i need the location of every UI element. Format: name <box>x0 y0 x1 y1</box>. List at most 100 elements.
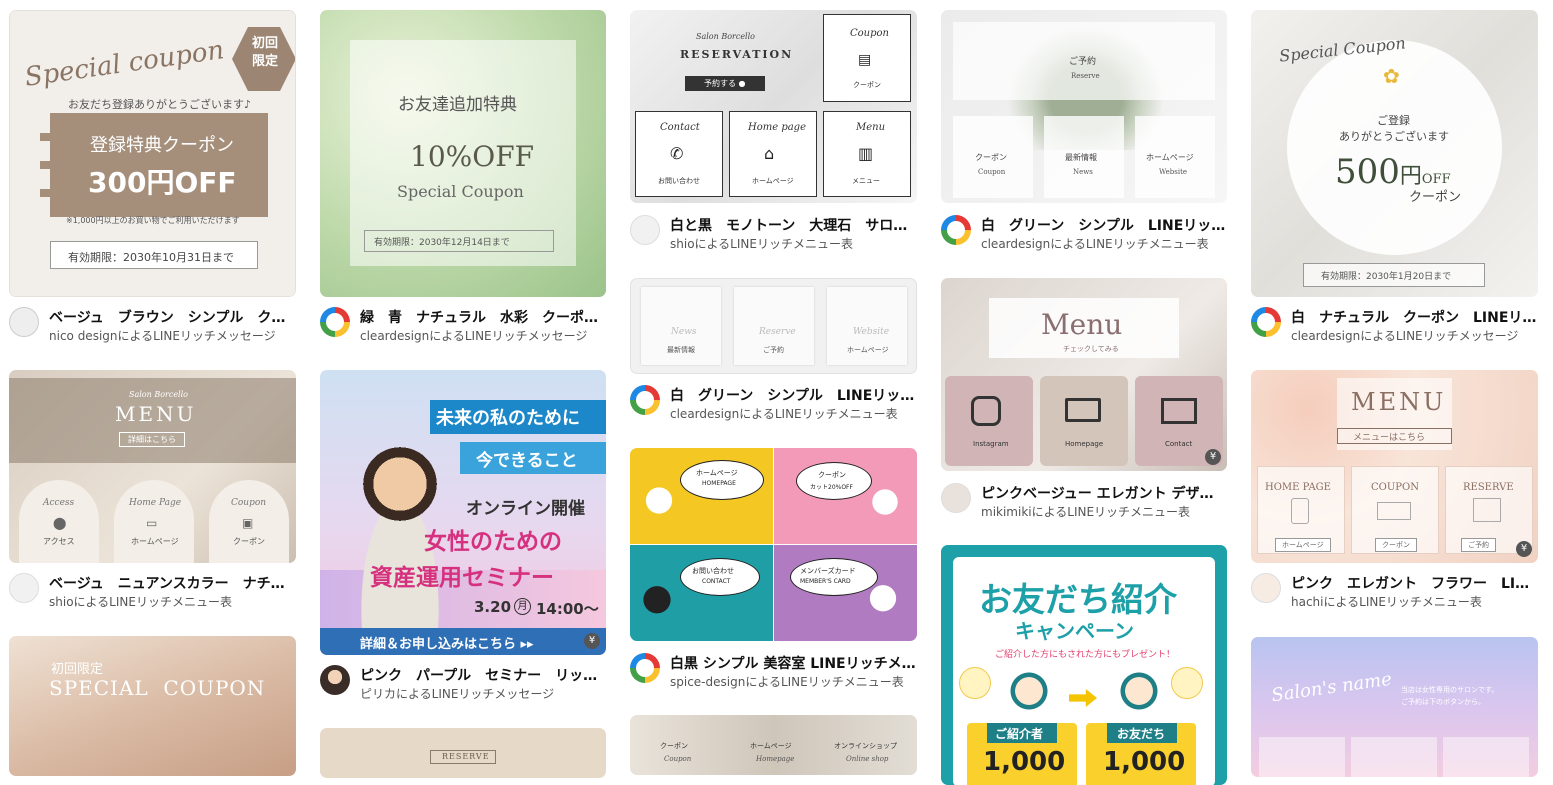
mail-icon <box>1161 398 1197 424</box>
template-thumbnail[interactable]: 未来の私のために 今できること オンライン開催 女性のための 資産運用セミナー … <box>320 370 606 655</box>
discount-text: 10%OFF <box>410 140 535 173</box>
calendar-icon <box>1473 498 1501 522</box>
laptop-icon <box>1065 398 1101 422</box>
template-thumbnail[interactable]: ご予約 Reserve クーポン Coupon 最新情報 News ホームページ… <box>941 10 1227 203</box>
template-author[interactable]: spice-designによるLINEリッチメニュー表 <box>670 673 917 690</box>
laptop-icon: ▭ <box>146 516 158 530</box>
gift-icon: ▣ <box>242 516 254 530</box>
template-thumbnail[interactable]: Menu チェックしてみる Instagram Homepage Contact… <box>941 278 1227 471</box>
menu-title: MENU <box>1351 388 1447 416</box>
template-card[interactable]: Salon Borcello MENU 詳細はこちら Access ⬤ アクセス… <box>9 370 296 610</box>
template-author[interactable]: cleardesignによるLINEリッチメッセージ <box>360 327 606 344</box>
author-avatar[interactable] <box>320 665 350 695</box>
cta-text: 詳細＆お申し込みはこちら ▸▸ <box>360 637 534 652</box>
template-title[interactable]: ピンクベージュー エレガント デザイ… <box>981 483 1227 503</box>
template-card[interactable]: 初回限定 SPECIAL COUPON <box>9 636 296 776</box>
phone-icon <box>1291 498 1309 524</box>
author-avatar[interactable] <box>630 385 660 415</box>
person-illustration <box>640 586 674 641</box>
template-author[interactable]: nico designによるLINEリッチメッセージ <box>49 327 296 344</box>
author-avatar[interactable] <box>9 307 39 337</box>
template-title[interactable]: 緑 青 ナチュラル 水彩 クーポ… <box>360 307 606 327</box>
person-illustration <box>1111 667 1167 727</box>
template-thumbnail[interactable]: MENU メニューはこちら HOME PAGE COUPON RESERVE ホ… <box>1251 370 1538 563</box>
premium-badge: ¥ <box>1516 541 1532 557</box>
instagram-icon <box>971 396 1001 426</box>
template-thumbnail[interactable]: お友達追加特典 10%OFF Special Coupon 有効期限：2030年… <box>320 10 606 297</box>
menu-title: MENU <box>115 402 197 426</box>
author-avatar[interactable] <box>9 573 39 603</box>
pin-icon: ⬤ <box>53 516 67 530</box>
template-thumbnail[interactable]: お友だち紹介 キャンペーン ご紹介した方にもされた方にもプレゼント！ ご紹介者 … <box>941 545 1227 785</box>
template-thumbnail[interactable]: ホームページ HOMEPAGE クーポン カット20%OFF お問い合わせ CO… <box>630 448 917 641</box>
book-icon: ▥ <box>858 144 874 163</box>
template-thumbnail[interactable]: RESERVE <box>320 728 606 778</box>
thanks-text: お友だち登録ありがとうございます♪ <box>68 98 252 111</box>
template-author[interactable]: ピリカによるLINEリッチメッセージ <box>360 685 606 702</box>
template-author[interactable]: mikimikiによるLINEリッチメニュー表 <box>981 503 1227 520</box>
coupon-title: 登録特典クーポン <box>90 135 234 156</box>
author-avatar[interactable] <box>320 307 350 337</box>
author-avatar[interactable] <box>1251 573 1281 603</box>
template-card[interactable]: News 最新情報 Reserve ご予約 Website ホームページ 白 グ… <box>630 278 917 428</box>
template-title[interactable]: 白 グリーン シンプル LINEリッ… <box>670 385 917 405</box>
template-title[interactable]: ベージュ ブラウン シンプル ク… <box>49 307 296 327</box>
template-thumbnail[interactable]: Salon Borcello RESERVATION 予約する ● Coupon… <box>630 10 917 203</box>
template-author[interactable]: hachiによるLINEリッチメニュー表 <box>1291 593 1538 610</box>
expiry-text: 有効期限：2030年12月14日まで <box>374 238 510 248</box>
template-card[interactable]: 未来の私のために 今できること オンライン開催 女性のための 資産運用セミナー … <box>320 370 606 710</box>
template-card[interactable]: ホームページ HOMEPAGE クーポン カット20%OFF お問い合わせ CO… <box>630 448 917 693</box>
author-avatar[interactable] <box>941 215 971 245</box>
template-author[interactable]: cleardesignによるLINEリッチメニュー表 <box>670 405 917 422</box>
template-card[interactable]: Special coupon 初回 限定 お友だち登録ありがとうございます♪ 登録… <box>9 10 296 350</box>
template-card[interactable]: ご予約 Reserve クーポン Coupon 最新情報 News ホームページ… <box>941 10 1227 260</box>
menu-title: Menu <box>1041 308 1123 341</box>
template-author[interactable]: cleardesignによるLINEリッチメッセージ <box>1291 327 1538 344</box>
template-title[interactable]: ベージュ ニュアンスカラー ナチ… <box>49 573 296 593</box>
premium-badge: ¥ <box>1205 449 1221 465</box>
person-illustration <box>866 584 900 641</box>
template-thumbnail[interactable]: Salon Borcello MENU 詳細はこちら Access ⬤ アクセス… <box>9 370 296 563</box>
discount-text: 300円OFF <box>88 166 237 199</box>
template-author[interactable]: shioによるLINEリッチメニュー表 <box>49 593 296 610</box>
heading: お友達追加特典 <box>398 95 517 115</box>
person-illustration <box>644 486 674 544</box>
template-card[interactable]: Menu チェックしてみる Instagram Homepage Contact… <box>941 278 1227 528</box>
template-thumbnail[interactable]: Salon's name 当店は女性専用のサロンです。 ご予約は下のボタンから。 <box>1251 637 1538 777</box>
ticket-icon: ▤ <box>858 52 872 68</box>
author-avatar[interactable] <box>630 215 660 245</box>
house-icon: ⌂ <box>764 144 775 163</box>
expiry-text: 有効期限：2030年1月20日まで <box>1321 272 1452 282</box>
template-thumbnail[interactable]: Special coupon 初回 限定 お友だち登録ありがとうございます♪ 登録… <box>9 10 296 297</box>
premium-badge: ¥ <box>584 633 600 649</box>
person-illustration <box>1001 667 1057 727</box>
template-card[interactable]: Special Coupon ✿ ご登録 ありがとうございます 500円OFF … <box>1251 10 1538 350</box>
template-title[interactable]: 白と黒 モノトーン 大理石 サロ… <box>670 215 917 235</box>
template-card[interactable]: RESERVE <box>320 728 606 778</box>
template-thumbnail[interactable]: 初回限定 SPECIAL COUPON <box>9 636 296 776</box>
template-card[interactable]: お友だち紹介 キャンペーン ご紹介した方にもされた方にもプレゼント！ ご紹介者 … <box>941 545 1227 785</box>
person-illustration <box>870 488 900 544</box>
template-card[interactable]: クーポン Coupon ホームページ Homepage オンラインショップ On… <box>630 715 917 775</box>
author-avatar[interactable] <box>1251 307 1281 337</box>
condition-note: ※1,000円以上のお買い物でご利用いただけます <box>66 216 240 225</box>
gift-icon <box>959 667 991 699</box>
template-author[interactable]: cleardesignによるLINEリッチメニュー表 <box>981 235 1227 252</box>
template-title[interactable]: 白 グリーン シンプル LINEリッ… <box>981 215 1227 235</box>
template-card[interactable]: Salon Borcello RESERVATION 予約する ● Coupon… <box>630 10 917 260</box>
template-title[interactable]: ピンク エレガント フラワー LIN… <box>1291 573 1538 593</box>
template-card[interactable]: MENU メニューはこちら HOME PAGE COUPON RESERVE ホ… <box>1251 370 1538 615</box>
flower-icon: ✿ <box>1383 64 1400 88</box>
template-thumbnail[interactable]: News 最新情報 Reserve ご予約 Website ホームページ <box>630 278 917 374</box>
template-thumbnail[interactable]: クーポン Coupon ホームページ Homepage オンラインショップ On… <box>630 715 917 775</box>
template-author[interactable]: shioによるLINEリッチメニュー表 <box>670 235 917 252</box>
template-title[interactable]: 白 ナチュラル クーポン LINEリ… <box>1291 307 1538 327</box>
template-card[interactable]: お友達追加特典 10%OFF Special Coupon 有効期限：2030年… <box>320 10 606 350</box>
template-title[interactable]: ピンク パープル セミナー リッ… <box>360 665 606 685</box>
template-thumbnail[interactable]: Special Coupon ✿ ご登録 ありがとうございます 500円OFF … <box>1251 10 1538 297</box>
author-avatar[interactable] <box>630 653 660 683</box>
expiry-text: 有効期限：2030年10月31日まで <box>68 251 234 264</box>
template-card[interactable]: Salon's name 当店は女性専用のサロンです。 ご予約は下のボタンから。 <box>1251 637 1538 777</box>
author-avatar[interactable] <box>941 483 971 513</box>
template-title[interactable]: 白黒 シンプル 美容室 LINEリッチメ… <box>670 653 917 673</box>
